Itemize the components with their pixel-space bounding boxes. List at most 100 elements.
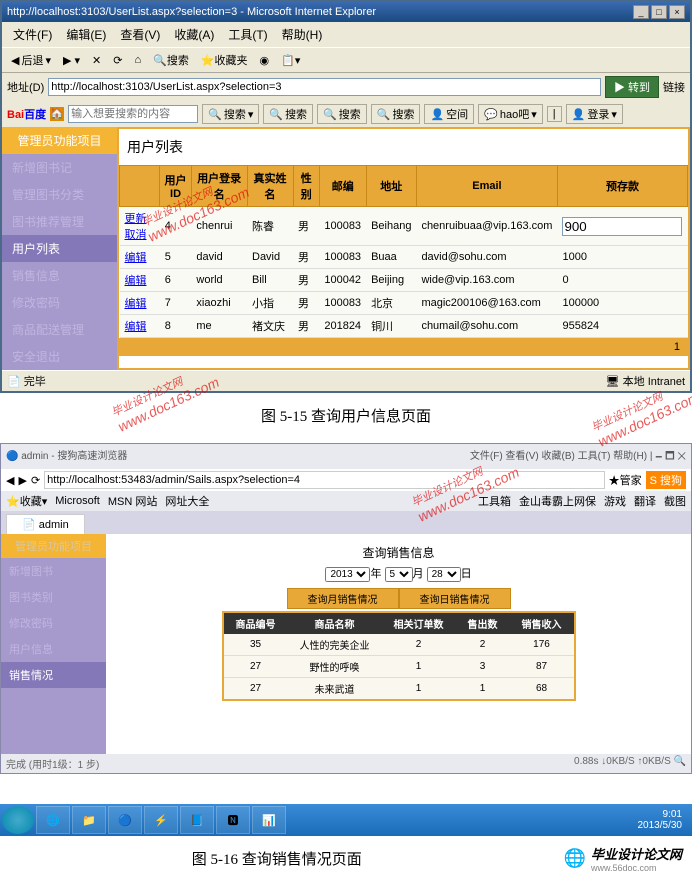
sidebar-item-password[interactable]: 修改密码 [2,289,117,316]
go-button[interactable]: ▶ 转到 [605,76,659,98]
sales-panel: 查询销售信息 2013年 5月 28日 查询月销售情况 查询日销售情况 商品编号… [106,534,691,754]
menubar: 文件(F) 编辑(E) 查看(V) 收藏(A) 工具(T) 帮助(H) [2,22,690,47]
table-header-row: 用户ID 用户登录名 真实姓名 性别 邮编 地址 Email 预存款 [120,166,688,207]
fav-label[interactable]: ⭐收藏▾ [6,493,47,509]
system-tray[interactable]: 9:012013/5/30 [630,809,691,831]
search-button[interactable]: 🔍搜索 [149,50,193,70]
menu-view[interactable]: 查看(V) [114,24,166,45]
query-month-button[interactable]: 查询月销售情况 [287,588,399,609]
table-pager: 1 [119,338,688,356]
edit-link[interactable]: 编辑 [125,275,147,287]
globe-icon: 🌐 [564,848,586,869]
window-title: http://localhost:3103/UserList.aspx?sele… [7,6,376,18]
side-password[interactable]: 修改密码 [1,610,106,636]
tab-admin[interactable]: 📄 admin [6,514,85,534]
sidebar-item-sales[interactable]: 销售信息 [2,262,117,289]
media-button[interactable]: ◉ [256,52,274,69]
side-users[interactable]: 用户信息 [1,636,106,662]
history-button[interactable]: 📋▾ [277,52,304,69]
figure-caption-2: 图 5-16 查询销售情况页面 [0,836,554,881]
links-label[interactable]: 链接 [663,79,685,95]
fav-sites[interactable]: 网址大全 [165,493,209,509]
house-icon[interactable]: 🏠 [50,107,64,121]
sidebar-item-userlist[interactable]: 用户列表 [2,235,117,262]
task-sogou[interactable]: 🔵 [108,806,142,834]
sidebar-item-recommend[interactable]: 图书推荐管理 [2,208,117,235]
side-sales[interactable]: 销售情况 [1,662,106,688]
forward-button[interactable]: ▶ ▾ [59,52,84,69]
maximize-button[interactable]: □ [651,5,667,19]
nav-toolbar: ◀ 后退 ▾ ▶ ▾ ✕ ⟳ ⌂ 🔍搜索 ⭐收藏夹 ◉ 📋▾ [2,47,690,73]
menu-favorites[interactable]: 收藏(A) [168,24,220,45]
task-app3[interactable]: 🅽 [216,806,250,834]
close-button[interactable]: × [669,5,685,19]
menu-file[interactable]: 文件(F) [7,24,58,45]
fav-ms[interactable]: Microsoft [55,495,100,507]
sidebar-item-addbook[interactable]: 新增图书记 [2,154,117,181]
ie-window: http://localhost:3103/UserList.aspx?sele… [0,0,692,393]
task-app4[interactable]: 📊 [252,806,286,834]
favorites-button[interactable]: ⭐收藏夹 [197,50,252,70]
update-cancel-link[interactable]: 更新 取消 [125,213,147,241]
search-btn-1[interactable]: 🔍搜索▾ [202,104,259,124]
baidu-search-input[interactable] [68,105,198,123]
search-btn-3[interactable]: 🔍搜索 [317,104,367,124]
edit-link[interactable]: 编辑 [125,252,147,264]
minimize-button[interactable]: _ [633,5,649,19]
panel-title: 用户列表 [119,129,688,165]
day-select[interactable]: 28 [427,567,461,582]
table-row: 编辑 5davidDavid男100083Buaadavid@sohu.com1… [120,246,688,269]
url-input-2[interactable] [44,471,604,489]
task-app2[interactable]: 📘 [180,806,214,834]
sidebar-item-category[interactable]: 管理图书分类 [2,181,117,208]
side-addbook[interactable]: 新增图书 [1,558,106,584]
col-actions [120,166,160,207]
year-select[interactable]: 2013 [325,567,370,582]
task-ie[interactable]: 🌐 [36,806,70,834]
deposit-input[interactable] [562,217,682,236]
menu-tools[interactable]: 工具(T) [222,24,273,45]
games[interactable]: 游戏 [604,493,626,509]
edit-link[interactable]: 编辑 [125,298,147,310]
admin-sidebar: 管理员功能项目 新增图书记 管理图书分类 图书推荐管理 用户列表 销售信息 修改… [2,127,117,370]
task-explorer[interactable]: 📁 [72,806,106,834]
refresh-icon[interactable]: ⟳ [31,474,40,487]
windows-taskbar: 🌐 📁 🔵 ⚡ 📘 🅽 📊 9:012013/5/30 [0,804,692,836]
sidebar-item-delivery[interactable]: 商品配送管理 [2,316,117,343]
url-input[interactable] [48,78,601,96]
space-btn[interactable]: 👤空间 [424,104,474,124]
edit-link[interactable]: 编辑 [125,321,147,333]
back-icon[interactable]: ◀ [6,474,14,487]
toolbox[interactable]: 工具箱 [478,493,511,509]
menu-edit[interactable]: 编辑(E) [60,24,112,45]
star-icon[interactable]: ★管家 [609,472,642,488]
search-btn-4[interactable]: 🔍搜索 [371,104,421,124]
refresh-button[interactable]: ⟳ [109,52,126,69]
addressbar: 地址(D) ▶ 转到 链接 [2,73,690,101]
start-button[interactable] [2,806,34,834]
sidebar-header: 管理员功能项目 [2,127,117,154]
sales-row: 27未来武道1168 [223,678,575,701]
fav-msn[interactable]: MSN 网站 [108,493,158,509]
login-btn[interactable]: 👤登录▾ [566,104,623,124]
hao-btn[interactable]: 💬hao吧▾ [478,104,543,124]
back-button[interactable]: ◀ 后退 ▾ [7,50,55,70]
screenshot[interactable]: 截图 [664,493,686,509]
sidebar-item-logout[interactable]: 安全退出 [2,343,117,370]
search-btn-2[interactable]: 🔍搜索 [263,104,313,124]
month-select[interactable]: 5 [385,567,413,582]
date-selector: 2013年 5月 28日 [116,561,681,586]
stop-button[interactable]: ✕ [88,52,105,69]
content-2: 管理员功能项目 新增图书 图书类别 修改密码 用户信息 销售情况 查询销售信息 … [1,534,691,754]
translate[interactable]: 翻译 [634,493,656,509]
side-category[interactable]: 图书类别 [1,584,106,610]
menu-help[interactable]: 帮助(H) [276,24,329,45]
bookmark-bar: ⭐收藏▾ Microsoft MSN 网站 网址大全 工具箱 金山毒霸上网保 游… [1,491,691,511]
forward-icon[interactable]: ▶ [18,474,26,487]
antivirus[interactable]: 金山毒霸上网保 [519,493,596,509]
query-day-button[interactable]: 查询日销售情况 [399,588,511,609]
sales-row: 27野性的呼唤1387 [223,656,575,678]
home-button[interactable]: ⌂ [130,52,145,68]
task-app1[interactable]: ⚡ [144,806,178,834]
sogou-search[interactable]: S 搜狗 [646,471,686,489]
